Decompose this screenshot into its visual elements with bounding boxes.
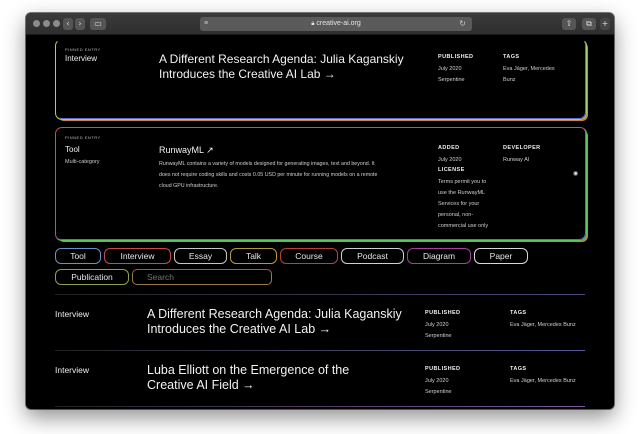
filter-tag-podcast[interactable]: Podcast: [341, 248, 404, 264]
tags-label: TAGS: [503, 54, 520, 60]
filter-tag-tool[interactable]: Tool: [55, 248, 101, 264]
page-content: PINNED ENTRY Interview A Different Resea…: [26, 35, 614, 409]
pinned-badge: PINNED ENTRY: [65, 47, 101, 52]
tag-line: Eva Jäger, Mercedes Bunz: [510, 378, 576, 384]
zoom-window-icon[interactable]: [53, 20, 60, 27]
url-text: creative-ai.org: [316, 20, 361, 27]
entry-description: RunwayML contains a variety of models de…: [159, 161, 378, 189]
license-line: personal, non-: [438, 212, 474, 218]
tags-label: TAGS: [510, 310, 527, 316]
published-value: July 2020 Serpentine: [438, 64, 465, 86]
pinned-badge: PINNED ENTRY: [65, 135, 101, 140]
tags-label: TAGS: [510, 366, 527, 372]
share-icon[interactable]: ⇧: [562, 18, 576, 30]
license-line: commercial use only: [438, 223, 489, 229]
developer-value: Runway AI: [503, 155, 529, 166]
published-source: Serpentine: [425, 333, 452, 339]
published-date: July 2020: [425, 322, 449, 328]
filter-tag-talk[interactable]: Talk: [230, 248, 277, 264]
divider: [55, 294, 585, 295]
tag-line: Eva Jäger, Mercedes Bunz: [510, 322, 576, 328]
license-line: use the RunwayML: [438, 190, 486, 196]
entry-title[interactable]: A Different Research Agenda: Julia Kagan…: [147, 307, 415, 337]
reload-icon[interactable]: ↻: [459, 17, 466, 31]
back-button[interactable]: ‹: [63, 18, 73, 30]
tags-value: Eva Jäger, Mercedes Bunz: [510, 320, 576, 331]
eye-icon[interactable]: ◉: [573, 170, 578, 177]
developer-name: Runway AI: [503, 157, 530, 163]
browser-window: ‹ › ▭ ≡ 🔒︎ creative-ai.org ↻ ⇧ ⧉ + PINNED…: [26, 13, 614, 409]
entry-kind: Tool: [65, 145, 80, 154]
added-date: July 2020: [438, 157, 462, 163]
tags-value: Eva Jäger, Mercedes Bunz: [510, 376, 576, 387]
license-line: Services for your: [438, 201, 480, 207]
close-window-icon[interactable]: [33, 20, 40, 27]
address-bar[interactable]: ≡ 🔒︎ creative-ai.org ↻: [200, 17, 472, 31]
added-label: ADDED: [438, 145, 460, 151]
published-source: Serpentine: [438, 77, 465, 83]
reader-icon[interactable]: ≡: [204, 17, 208, 31]
pinned-entry-card[interactable]: PINNED ENTRY Tool Multi-category RunwayM…: [55, 127, 587, 241]
divider: [55, 350, 585, 351]
license-label: LICENSE: [438, 167, 465, 173]
published-value: July 2020 Serpentine: [425, 376, 452, 398]
tabs-icon[interactable]: ⧉: [582, 18, 596, 30]
entry-title[interactable]: Luba Elliott on the Emergence of the Cre…: [147, 363, 377, 393]
published-label: PUBLISHED: [438, 54, 474, 60]
published-label: PUBLISHED: [425, 310, 461, 316]
license-line: Terms permit you to: [438, 179, 487, 185]
published-source: Serpentine: [425, 389, 452, 395]
tags-value: Eva Jäger, Mercedes Bunz: [503, 64, 555, 86]
published-date: July 2020: [438, 66, 462, 72]
filter-tag-publication[interactable]: Publication: [55, 269, 129, 285]
search-input[interactable]: [132, 269, 272, 285]
entry-kind: Interview: [55, 309, 90, 319]
tag-line: Bunz: [503, 77, 516, 83]
filter-tag-course[interactable]: Course: [280, 248, 338, 264]
entry-kind: Interview: [65, 54, 98, 63]
filter-tag-interview[interactable]: Interview: [104, 248, 171, 264]
published-date: July 2020: [425, 378, 449, 384]
license-value: Terms permit you to use the RunwayML Ser…: [438, 177, 488, 232]
divider: [55, 406, 585, 407]
added-value: July 2020: [438, 155, 462, 166]
developer-label: DEVELOPER: [503, 145, 541, 151]
published-label: PUBLISHED: [425, 366, 461, 372]
entry-subkind: Multi-category: [65, 159, 100, 165]
filter-tag-diagram[interactable]: Diagram: [407, 248, 471, 264]
filter-tag-paper[interactable]: Paper: [474, 248, 528, 264]
forward-button[interactable]: ›: [75, 18, 85, 30]
browser-toolbar: ‹ › ▭ ≡ 🔒︎ creative-ai.org ↻ ⇧ ⧉ +: [26, 13, 614, 35]
entry-kind: Interview: [55, 365, 90, 375]
tag-line: Eva Jäger, Mercedes: [503, 66, 555, 72]
entry-title[interactable]: A Different Research Agenda: Julia Kagan…: [159, 52, 409, 82]
entry-title[interactable]: RunwayML ↗: [159, 145, 409, 156]
sidebar-toggle-icon[interactable]: ▭: [90, 18, 106, 30]
minimize-window-icon[interactable]: [43, 20, 50, 27]
new-tab-icon[interactable]: +: [600, 18, 610, 30]
pinned-entry-card[interactable]: PINNED ENTRY Interview A Different Resea…: [55, 39, 587, 120]
filter-tag-essay[interactable]: Essay: [174, 248, 227, 264]
published-value: July 2020 Serpentine: [425, 320, 452, 342]
lock-icon: 🔒︎: [311, 21, 315, 27]
